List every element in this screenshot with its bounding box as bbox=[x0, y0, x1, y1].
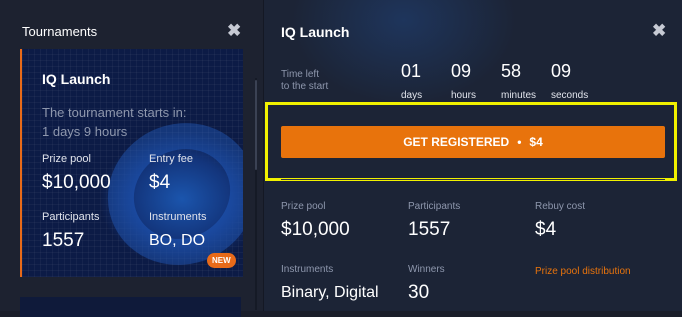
starts-label: The tournament starts in: bbox=[42, 105, 187, 120]
countdown-minutes-value: 58 bbox=[501, 61, 522, 81]
countdown-hours-label: hours bbox=[451, 90, 477, 101]
winners-value: 30 bbox=[408, 282, 430, 303]
divider bbox=[281, 179, 665, 180]
rebuy-cost-value: $4 bbox=[535, 219, 557, 240]
panel-title: Tournaments bbox=[22, 24, 98, 39]
countdown-days-value: 01 bbox=[401, 61, 422, 81]
entry-fee-value: $4 bbox=[149, 172, 171, 193]
instruments-label: Instruments bbox=[281, 264, 334, 275]
countdown-hours-value: 09 bbox=[451, 61, 472, 81]
time-left-label: Time left to the start bbox=[281, 69, 329, 92]
separator-dot: • bbox=[517, 135, 522, 149]
get-registered-button[interactable]: GET REGISTERED • $4 bbox=[281, 126, 665, 158]
close-icon[interactable]: ✖ bbox=[652, 22, 666, 39]
entry-fee-label: Entry fee bbox=[149, 153, 194, 165]
participants-value: 1557 bbox=[408, 219, 451, 240]
instruments-value: BO, DO bbox=[149, 232, 206, 249]
prize-pool-value: $10,000 bbox=[281, 219, 350, 240]
tournament-card[interactable]: IQ Launch The tournament starts in: 1 da… bbox=[20, 49, 243, 277]
tournament-card-next[interactable] bbox=[20, 297, 241, 317]
countdown-minutes-label: minutes bbox=[501, 90, 537, 101]
scrollbar-thumb[interactable] bbox=[255, 80, 257, 170]
register-label: GET REGISTERED bbox=[403, 135, 510, 149]
card-title: IQ Launch bbox=[42, 71, 111, 87]
participants-label: Participants bbox=[42, 211, 100, 223]
rebuy-cost-label: Rebuy cost bbox=[535, 201, 586, 212]
prize-pool-label: Prize pool bbox=[42, 153, 91, 165]
close-icon[interactable]: ✖ bbox=[227, 22, 241, 39]
prize-pool-distribution-link[interactable]: Prize pool distribution bbox=[535, 266, 631, 277]
detail-title: IQ Launch bbox=[281, 24, 350, 40]
starts-countdown: 1 days 9 hours bbox=[42, 124, 128, 139]
participants-label: Participants bbox=[408, 201, 461, 212]
tournaments-panel: Tournaments ✖ IQ Launch The tournament s… bbox=[0, 0, 264, 317]
countdown-seconds-value: 09 bbox=[551, 61, 572, 81]
tournament-detail-panel: IQ Launch ✖ Time left to the start 01 da… bbox=[264, 0, 682, 311]
countdown-days-label: days bbox=[401, 90, 423, 101]
instruments-label: Instruments bbox=[149, 211, 207, 223]
new-badge: NEW bbox=[207, 253, 236, 268]
winners-label: Winners bbox=[408, 264, 445, 275]
prize-pool-value: $10,000 bbox=[42, 172, 111, 193]
participants-value: 1557 bbox=[42, 230, 85, 251]
instruments-value: Binary, Digital bbox=[281, 284, 379, 301]
prize-pool-label: Prize pool bbox=[281, 201, 326, 212]
register-price: $4 bbox=[529, 135, 543, 149]
countdown-seconds-label: seconds bbox=[551, 90, 589, 101]
